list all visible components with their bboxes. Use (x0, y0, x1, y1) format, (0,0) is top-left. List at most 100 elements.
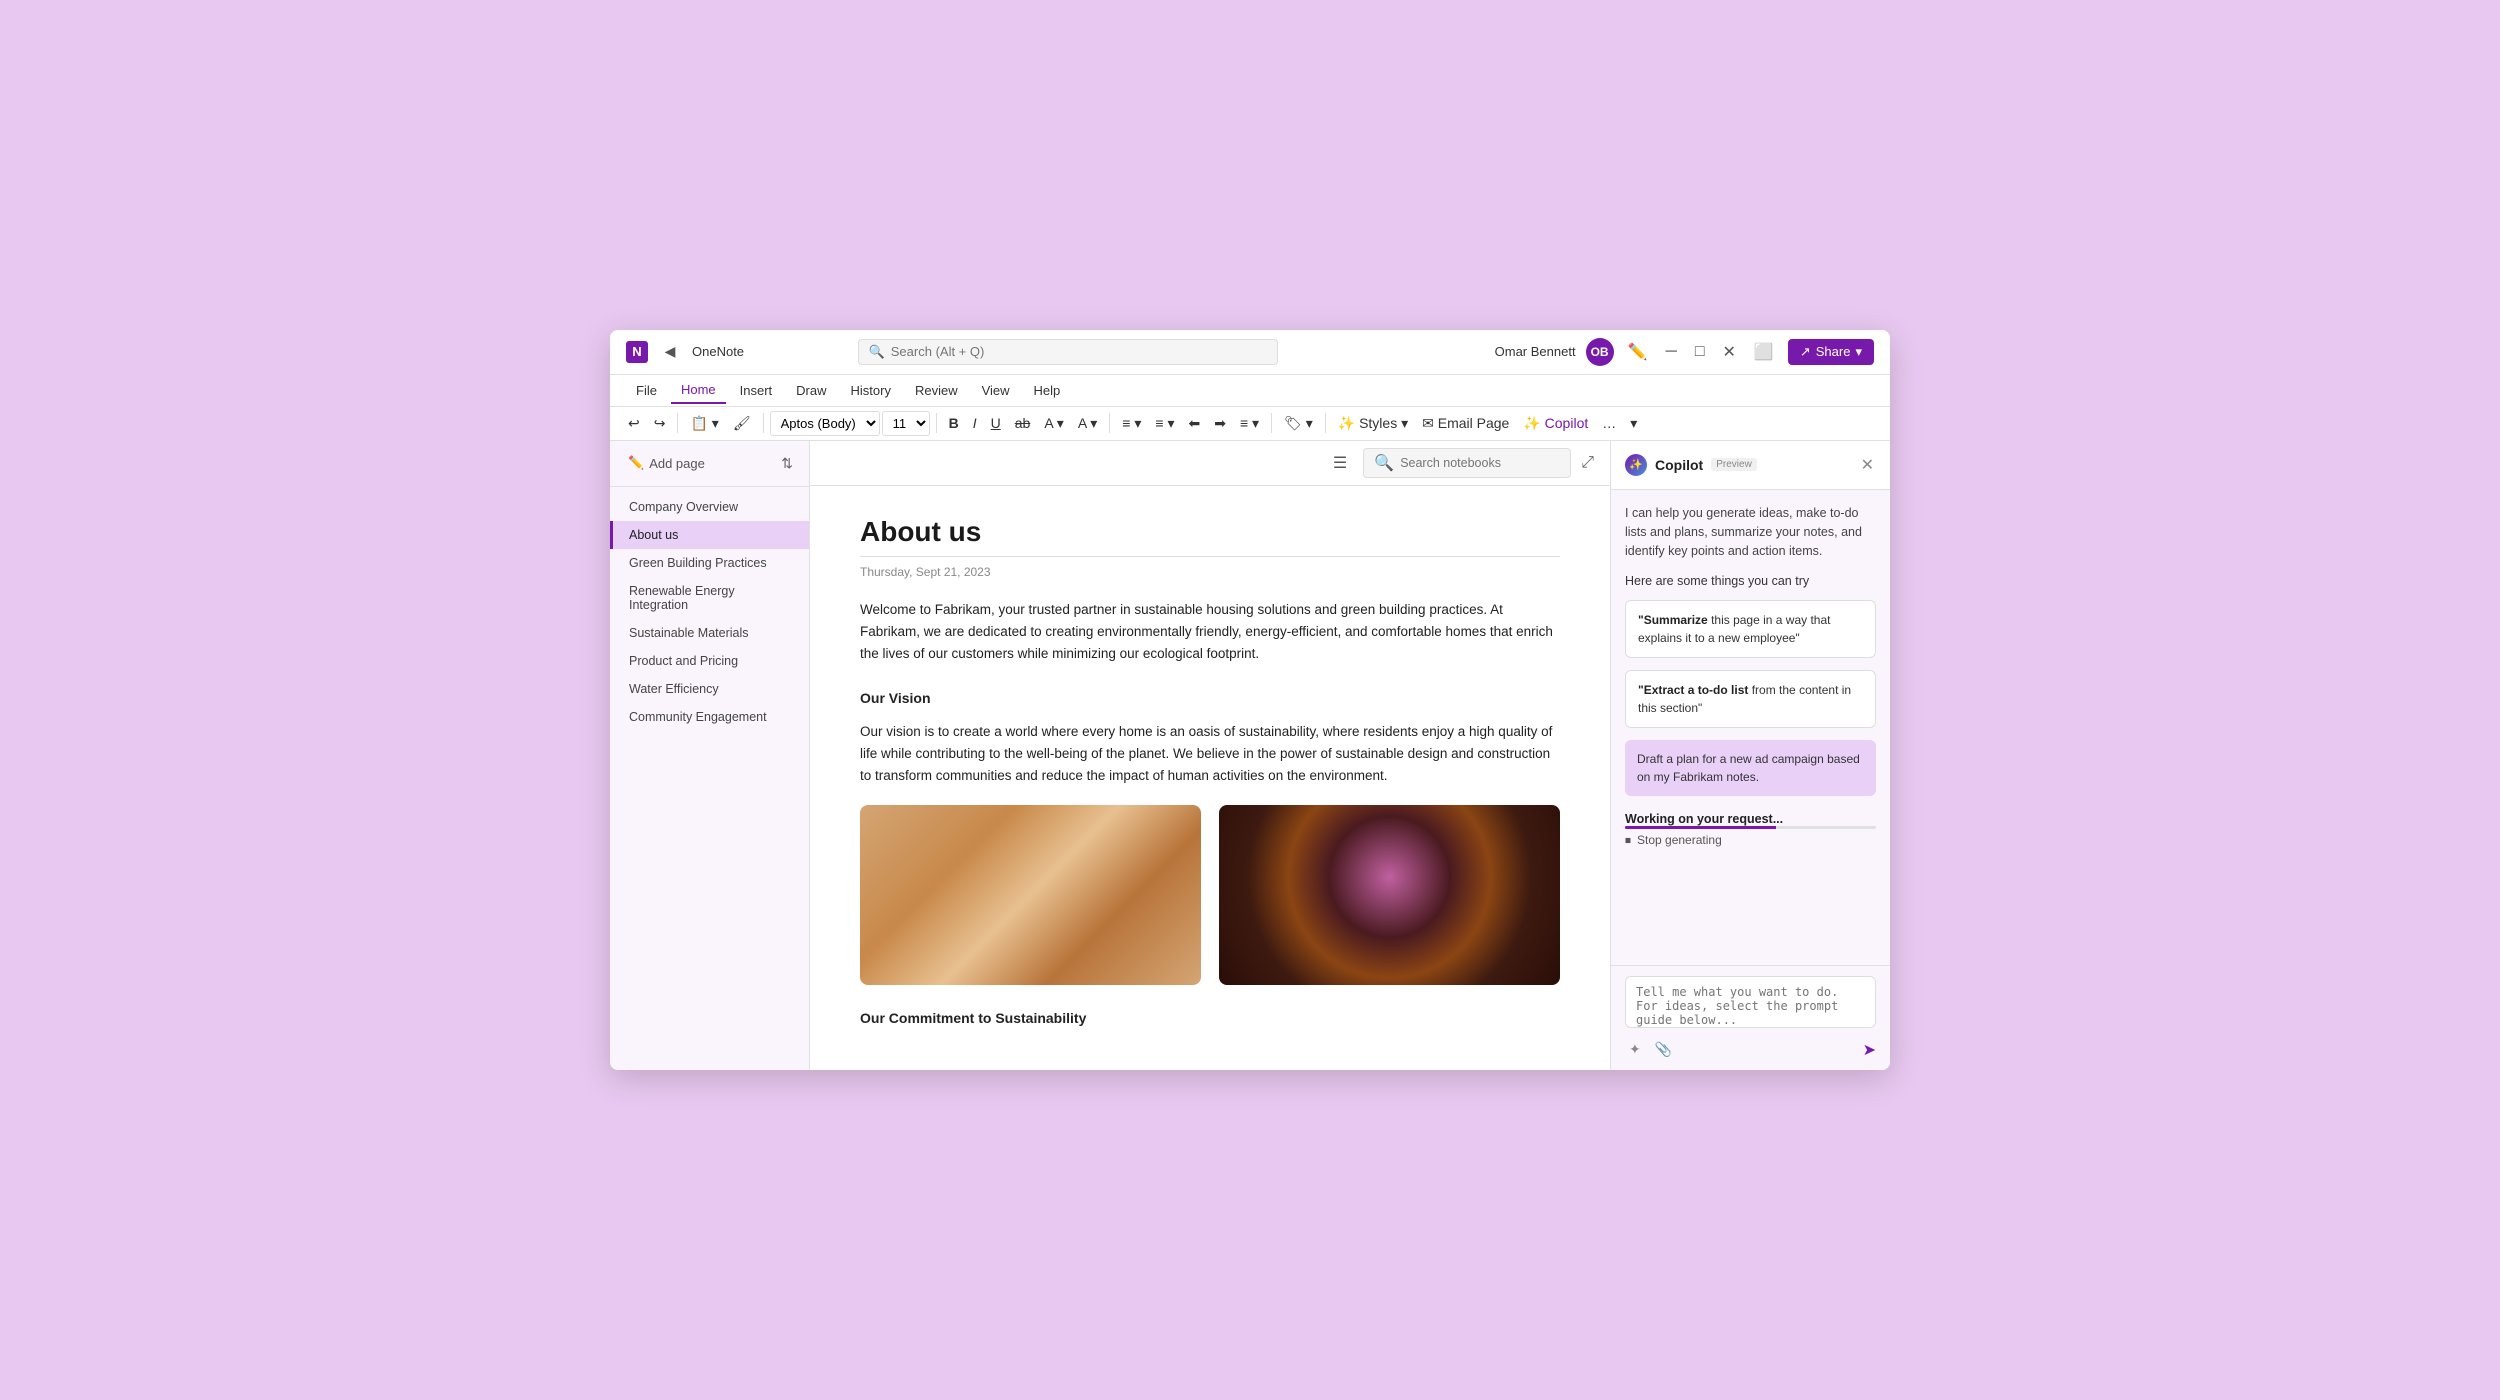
user-name: Omar Bennett (1495, 344, 1576, 359)
vision-paragraph: Our vision is to create a world where ev… (860, 721, 1560, 788)
page-item-company-overview[interactable]: Company Overview (610, 493, 809, 521)
nb-search-icon: 🔍 (1374, 453, 1394, 473)
share-button[interactable]: ↗ Share ▾ (1788, 339, 1874, 365)
stop-icon: ⏹ (1625, 833, 1631, 848)
add-page-button[interactable]: ✏️ Add page (622, 451, 711, 475)
image-wood-structure (860, 805, 1201, 985)
vision-heading: Our Vision (860, 687, 1560, 710)
add-page-icon: ✏️ (628, 455, 644, 471)
notebook-search-input[interactable] (1400, 456, 1560, 470)
menu-insert[interactable]: Insert (730, 378, 783, 403)
page-item-green-building[interactable]: Green Building Practices (610, 549, 809, 577)
indent-button[interactable]: ➡ (1208, 411, 1232, 436)
sidebar-toggle-button[interactable]: ⬜ (1750, 338, 1778, 366)
search-input[interactable] (891, 344, 1267, 359)
menu-bar: File Home Insert Draw History Review Vie… (610, 375, 1890, 407)
toolbar-separator-2 (763, 413, 764, 433)
toolbar-collapse-button[interactable]: ▾ (1624, 411, 1643, 436)
menu-history[interactable]: History (841, 378, 901, 403)
page-item-about-us[interactable]: About us (610, 521, 809, 549)
menu-help[interactable]: Help (1024, 378, 1071, 403)
strikethrough-button[interactable]: ab (1009, 411, 1037, 435)
numbering-button[interactable]: ≡ ▾ (1149, 411, 1180, 436)
copilot-footer-left: ✦ 📎 (1625, 1039, 1676, 1060)
italic-button[interactable]: I (967, 411, 983, 435)
page-body[interactable]: Welcome to Fabrikam, your trusted partne… (860, 599, 1560, 1031)
bold-button[interactable]: B (943, 411, 965, 435)
copilot-suggestion-2[interactable]: "Extract a to-do list from the content i… (1625, 670, 1876, 728)
page-item-community-engagement[interactable]: Community Engagement (610, 703, 809, 731)
redo-button[interactable]: ↪ (648, 411, 672, 436)
highlight-button[interactable]: A ▾ (1038, 411, 1069, 436)
content-area: ☰ 🔍 ⤢ About us Thursday, Sept 21, 2023 W… (810, 441, 1610, 1071)
back-button[interactable]: ◀ (658, 340, 682, 364)
send-button[interactable]: ➤ (1863, 1040, 1876, 1060)
menu-review[interactable]: Review (905, 378, 968, 403)
copilot-working-area: Working on your request... ⏹ Stop genera… (1625, 808, 1876, 852)
clipboard-button[interactable]: 📋 ▾ (684, 411, 724, 436)
toolbar-separator-3 (936, 413, 937, 433)
more-options-button[interactable]: … (1596, 411, 1622, 435)
outdent-button[interactable]: ⬅ (1182, 411, 1206, 436)
styles-button[interactable]: ✨ Styles ▾ (1332, 411, 1414, 436)
menu-home[interactable]: Home (671, 377, 726, 404)
copilot-button[interactable]: ✨ Copilot (1517, 411, 1594, 436)
app-title: OneNote (692, 344, 744, 359)
minimize-button[interactable]: ─ (1662, 339, 1681, 365)
stop-label: Stop generating (1637, 833, 1722, 847)
copilot-input[interactable] (1625, 976, 1876, 1028)
font-size-select[interactable]: 11 (882, 411, 930, 436)
copilot-preview-badge: Preview (1711, 458, 1757, 471)
page-list: Company Overview About us Green Building… (610, 487, 809, 737)
images-row (860, 805, 1560, 985)
close-button[interactable]: ✕ (1719, 338, 1740, 366)
font-family-select[interactable]: Aptos (Body) (770, 411, 880, 436)
prompt-guide-button[interactable]: ✦ (1625, 1039, 1645, 1060)
content-scroll: About us Thursday, Sept 21, 2023 Welcome… (810, 486, 1610, 1071)
expand-button[interactable]: ⤢ (1581, 454, 1594, 472)
format-painter-button[interactable]: 🖌 (727, 411, 757, 436)
add-page-label: Add page (649, 456, 705, 471)
underline-button[interactable]: U (985, 411, 1007, 435)
page-item-sustainable-materials[interactable]: Sustainable Materials (610, 619, 809, 647)
toolbar-separator-5 (1271, 413, 1272, 433)
app-window: N ◀ OneNote 🔍 Omar Bennett OB ✏️ ─ □ ✕ ⬜… (610, 330, 1890, 1071)
title-search-bar[interactable]: 🔍 (858, 339, 1278, 365)
maximize-button[interactable]: □ (1691, 339, 1709, 365)
copilot-user-message: Draft a plan for a new ad campaign based… (1625, 740, 1876, 796)
commitment-heading: Our Commitment to Sustainability (860, 1007, 1560, 1030)
email-page-button[interactable]: ✉ Email Page (1416, 411, 1515, 436)
menu-draw[interactable]: Draw (786, 378, 836, 403)
menu-view[interactable]: View (972, 378, 1020, 403)
page-item-water-efficiency[interactable]: Water Efficiency (610, 675, 809, 703)
copilot-panel: ✨ Copilot Preview ✕ I can help you gener… (1610, 441, 1890, 1071)
copilot-close-button[interactable]: ✕ (1859, 453, 1876, 477)
copilot-title: Copilot (1655, 457, 1703, 473)
notebook-search[interactable]: 🔍 (1363, 448, 1571, 478)
copilot-suggestion-1[interactable]: "Summarize this page in a way that expla… (1625, 600, 1876, 658)
sort-button[interactable]: ⇅ (777, 451, 797, 476)
page-item-product-pricing[interactable]: Product and Pricing (610, 647, 809, 675)
copilot-intro-text: I can help you generate ideas, make to-d… (1625, 504, 1876, 562)
page-item-renewable-energy[interactable]: Renewable Energy Integration (610, 577, 809, 619)
attach-button[interactable]: 📎 (1651, 1039, 1676, 1060)
align-button[interactable]: ≡ ▾ (1234, 411, 1265, 436)
suggestion1-strong: "Summarize (1638, 613, 1708, 627)
title-right-area: Omar Bennett OB ✏️ ─ □ ✕ ⬜ ↗ Share ▾ (1495, 338, 1874, 366)
copilot-header: ✨ Copilot Preview ✕ (1611, 441, 1890, 490)
font-color-button[interactable]: A ▾ (1072, 411, 1103, 436)
undo-button[interactable]: ↩ (622, 411, 646, 436)
page-divider (860, 556, 1560, 557)
tag-button[interactable]: 🏷 ▾ (1278, 411, 1319, 436)
copilot-icon: ✨ (1625, 454, 1647, 476)
title-bar: N ◀ OneNote 🔍 Omar Bennett OB ✏️ ─ □ ✕ ⬜… (610, 330, 1890, 375)
bullets-button[interactable]: ≡ ▾ (1116, 411, 1147, 436)
sidebar: ✏️ Add page ⇅ Company Overview About us … (610, 441, 810, 1071)
stop-generating-button[interactable]: ⏹ Stop generating (1625, 829, 1722, 852)
toolbar-separator-6 (1325, 413, 1326, 433)
menu-file[interactable]: File (626, 378, 667, 403)
share-label: Share (1816, 344, 1851, 359)
pen-icon-button[interactable]: ✏️ (1624, 338, 1652, 366)
toolbar-separator-4 (1109, 413, 1110, 433)
hamburger-button[interactable]: ☰ (1327, 447, 1353, 479)
